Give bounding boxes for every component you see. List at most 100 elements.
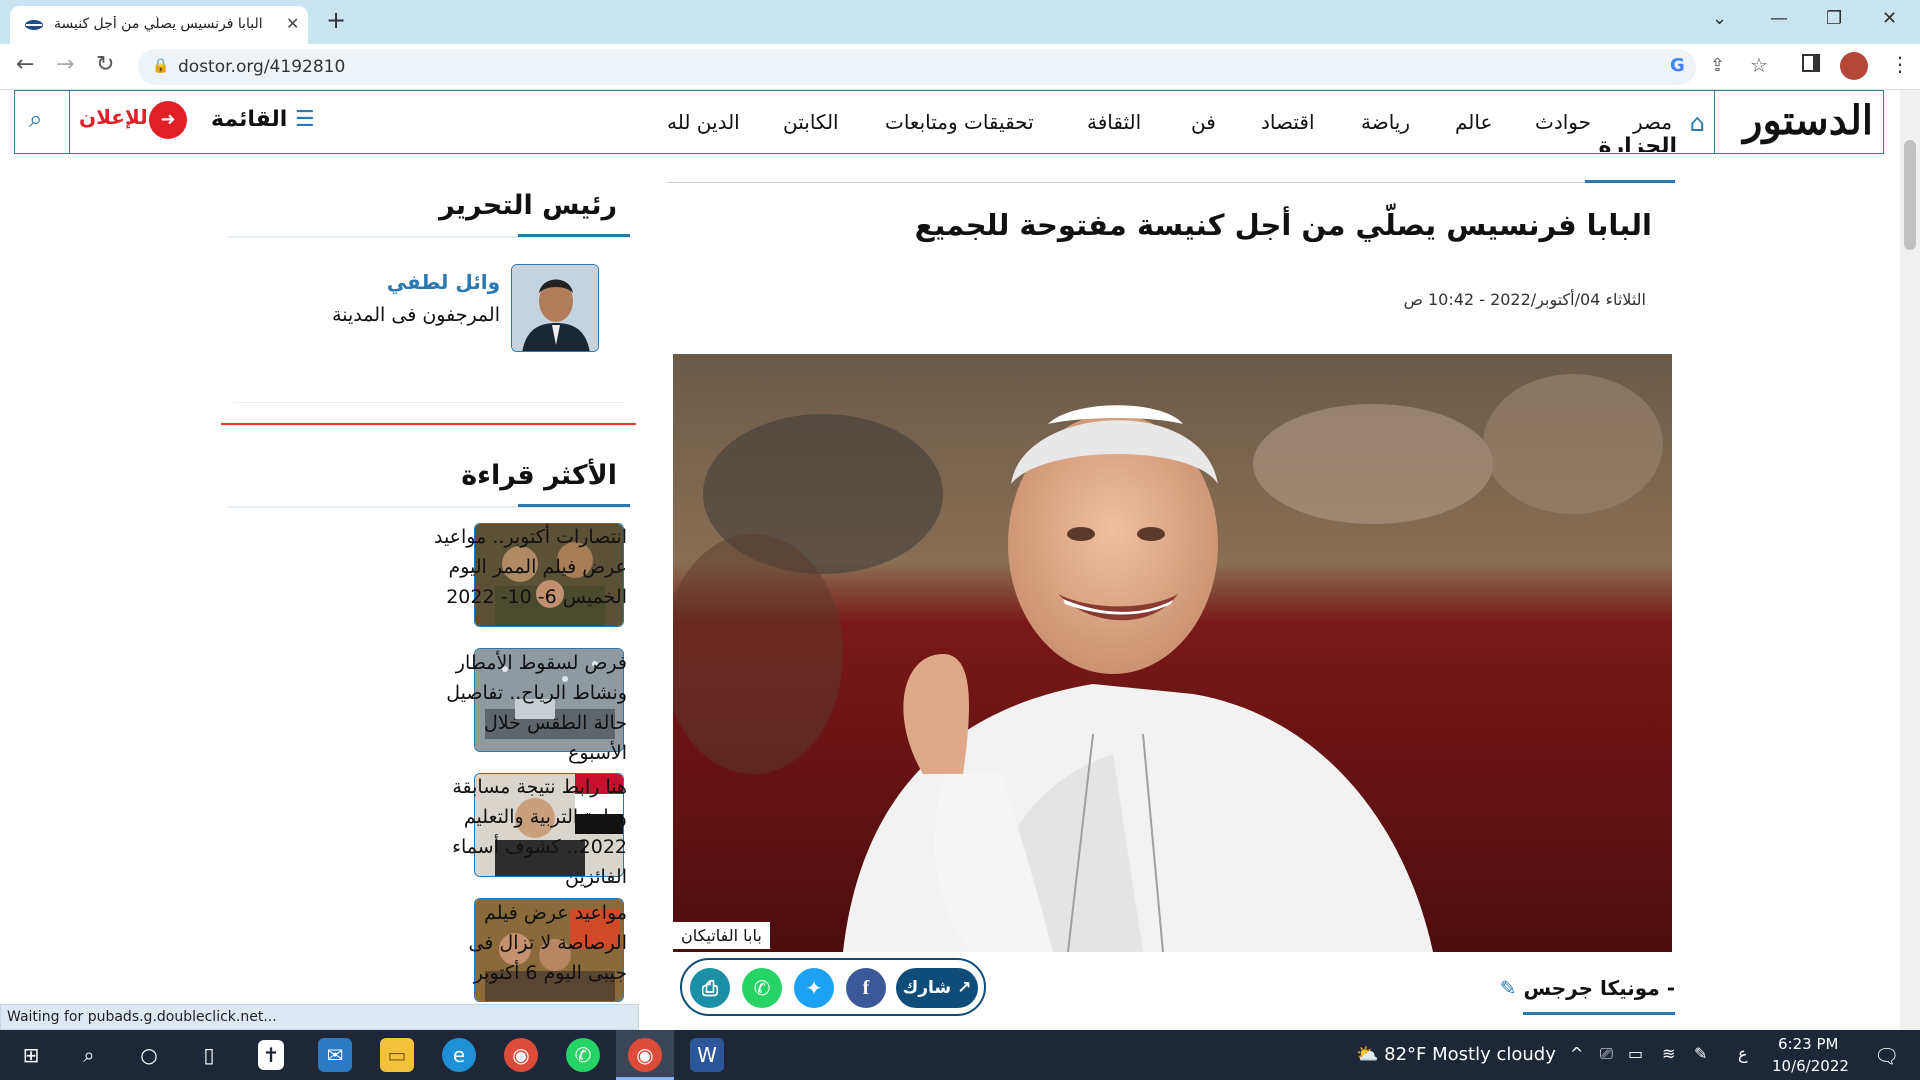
article-author[interactable]: - مونيكا جرجس ✎ [1500,976,1675,1000]
sidebar-title-accent [518,504,630,507]
page-scrollbar[interactable] [1900,90,1920,1030]
twitter-icon[interactable]: ✦ [794,968,834,1008]
windows-taskbar: ⊞ ⌕ ○ ▯ ✝ ✉ ▭ e ◉ ✆ ◉ W ⛅ 82°F Mostly cl… [0,1030,1920,1080]
editor-avatar[interactable] [511,264,599,352]
battery-icon[interactable]: ▭ [1628,1044,1643,1063]
nav-item-egypt[interactable]: مصر [1633,110,1672,134]
sidebar-title-accent [518,234,630,237]
nav-item-captain[interactable]: الكابتن [783,110,839,134]
windows-start-icon[interactable]: ⊞ [14,1038,48,1072]
section-divider [667,182,1675,183]
sidebar-red-divider [221,423,636,425]
article-date: الثلاثاء 04/أكتوبر/2022 - 10:42 ص [1403,290,1646,309]
task-view-icon[interactable]: ▯ [192,1038,226,1072]
author-name: - مونيكا جرجس [1523,976,1675,1000]
editor-section-title: رئيس التحرير [439,190,617,221]
nav-item-art[interactable]: فن [1191,110,1216,134]
most-read-item[interactable]: مواعيد عرض فيلم الرصاصة لا تزال فى جيبى … [257,898,627,1008]
share-arrow-icon: ↗ [957,978,972,998]
cloud-sun-icon: ⛅ [1356,1044,1379,1065]
nav-item-culture[interactable]: الثقافة [1087,110,1141,134]
menu-button[interactable]: القائمة ☰ [211,107,315,132]
nav-item-economy[interactable]: اقتصاد [1261,110,1315,134]
url-text[interactable]: dostor.org/4192810 [178,57,345,77]
home-icon[interactable]: ⌂ [1690,109,1705,137]
tray-chevron-icon[interactable]: ^ [1570,1044,1583,1063]
nav-item-investigations[interactable]: تحقيقات ومتابعات [885,110,1034,134]
tab-search-icon[interactable]: ⌄ [1712,8,1727,29]
print-icon[interactable]: ⎙ [690,968,730,1008]
clock-date[interactable]: 10/6/2022 [1772,1057,1849,1075]
most-read-item[interactable]: انتصارات أكتوبر.. مواعيد عرض فيلم الممر … [257,522,627,632]
mail-icon[interactable]: ✉ [318,1038,352,1072]
profile-avatar[interactable] [1840,52,1868,80]
advertise-arrow-icon[interactable]: ➜ [149,101,187,139]
author-underline [1523,1012,1675,1015]
restore-button[interactable]: ❐ [1826,8,1842,29]
nav-item-sports[interactable]: رياضة [1361,110,1410,134]
cortana-icon[interactable]: ○ [132,1038,166,1072]
browser-menu-icon[interactable]: ⋮ [1890,52,1910,76]
most-read-item[interactable]: هنا رابط نتيجة مسابقة وزارة التربية والت… [257,772,627,888]
nav-item-world[interactable]: عالم [1455,110,1492,134]
pen-icon[interactable]: ✎ [1694,1044,1707,1063]
reload-button[interactable]: ↻ [96,52,114,77]
hamburger-icon: ☰ [294,107,315,132]
scroll-thumb[interactable] [1904,140,1916,250]
side-panel-icon[interactable] [1802,54,1820,72]
new-tab-button[interactable]: + [326,6,346,34]
editor-photo [512,265,598,351]
editor-article[interactable]: المرجفون فى المدينة [332,304,500,326]
browser-tab[interactable]: البابا فرنسيس يصلّي من أجل كنيسة ✕ [10,6,308,44]
browser-toolbar: ← → ↻ 🔒 dostor.org/4192810 G ⇪ ☆ ⋮ [0,44,1920,90]
header-divider [1714,91,1715,153]
editor-name[interactable]: وائل لطفي [387,270,500,294]
weather-widget[interactable]: ⛅ 82°F Mostly cloudy [1356,1044,1556,1065]
article-headline: البابا فرنسيس يصلّي من أجل كنيسة مفتوحة … [914,208,1652,242]
edge-icon[interactable]: e [442,1038,476,1072]
most-read-title-text: فرص لسقوط الأمطار ونشاط الرياح.. تفاصيل … [446,652,627,764]
bookmark-star-icon[interactable]: ☆ [1750,53,1768,77]
close-window-button[interactable]: ✕ [1882,8,1897,29]
most-read-item[interactable]: فرص لسقوط الأمطار ونشاط الرياح.. تفاصيل … [257,648,627,764]
advertise-label[interactable]: للإعلان [79,105,148,129]
most-read-title-text: هنا رابط نتيجة مسابقة وزارة التربية والت… [452,776,627,888]
chrome-icon[interactable]: ◉ [504,1038,538,1072]
chrome-active-icon[interactable]: ◉ [628,1038,662,1072]
lock-icon[interactable]: 🔒 [152,58,169,74]
browser-status-bubble: Waiting for pubads.g.doubleclick.net... [0,1004,639,1030]
whatsapp-icon[interactable]: ✆ [742,968,782,1008]
back-button[interactable]: ← [16,52,34,77]
facebook-icon[interactable]: f [846,968,886,1008]
file-explorer-icon[interactable]: ▭ [380,1038,414,1072]
whatsapp-app-icon[interactable]: ✆ [566,1038,600,1072]
pope-photo [673,354,1672,952]
edit-icon: ✎ [1499,976,1517,1000]
site-favicon-icon [25,20,43,30]
clock-time[interactable]: 6:23 PM [1778,1035,1838,1053]
search-icon[interactable]: ⌕ [29,105,42,133]
article-photo [673,354,1672,952]
nav-item-incidents[interactable]: حوادث [1535,110,1591,134]
network-device-icon[interactable]: ⎚ [1600,1044,1613,1064]
share-page-icon[interactable]: ⇪ [1710,55,1725,76]
photo-caption: بابا الفاتيكان [673,922,770,949]
bible-app-icon[interactable]: ✝ [258,1040,284,1070]
wifi-icon[interactable]: ≋ [1662,1044,1675,1063]
input-language[interactable]: ع [1738,1044,1748,1063]
google-translate-icon[interactable]: G [1670,55,1685,76]
word-icon[interactable]: W [690,1038,724,1072]
section-label[interactable]: الحزارة [1598,134,1677,152]
most-read-title-text: مواعيد عرض فيلم الرصاصة لا تزال فى جيبى … [468,902,627,984]
address-bar[interactable]: 🔒 dostor.org/4192810 G ⇪ ☆ [138,49,1768,85]
minimize-button[interactable]: — [1770,8,1788,29]
share-button[interactable]: شارك ↗ [896,968,978,1008]
sidebar-divider [233,402,625,403]
notifications-icon[interactable]: 🗨 [1874,1044,1899,1068]
forward-button[interactable]: → [56,52,74,77]
header-divider [69,91,70,153]
search-icon[interactable]: ⌕ [72,1038,106,1072]
site-logo[interactable]: الدستور [1743,97,1873,144]
tab-close-icon[interactable]: ✕ [286,14,299,33]
nav-item-religion[interactable]: الدين لله [667,110,740,134]
